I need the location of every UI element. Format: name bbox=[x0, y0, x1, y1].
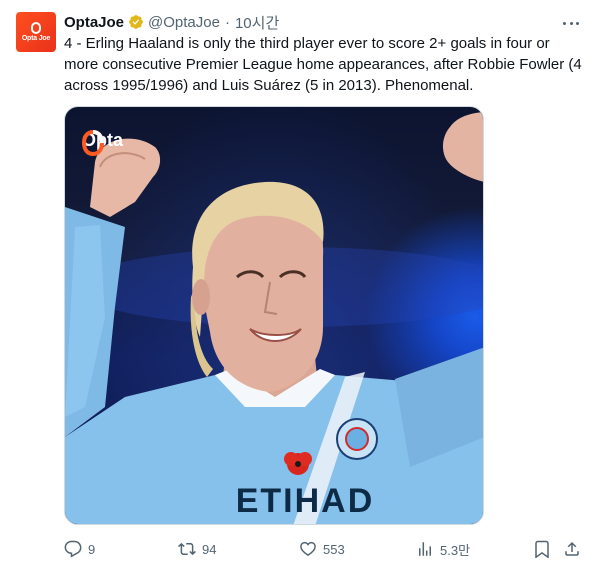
more-dot bbox=[576, 21, 579, 25]
reply-icon bbox=[64, 540, 82, 558]
view-count: 5.3만 bbox=[440, 542, 471, 558]
views-icon bbox=[419, 542, 431, 556]
tweet-text: 4 - Erling Haaland is only the third pla… bbox=[64, 35, 582, 94]
retweet-button[interactable]: 94 bbox=[178, 537, 216, 561]
tweet[interactable]: Opta Joe OptaJoe @OptaJoe · 10시간 4 - Erl… bbox=[0, 0, 598, 570]
author-handle[interactable]: @OptaJoe bbox=[148, 14, 220, 31]
share-button[interactable] bbox=[563, 537, 581, 561]
media-opta-logo: Opta bbox=[82, 130, 123, 156]
retweet-icon bbox=[178, 542, 196, 556]
more-dot bbox=[563, 21, 566, 25]
verified-badge-icon[interactable] bbox=[128, 14, 144, 30]
jersey-sponsor-text: ETIHAD bbox=[236, 482, 375, 520]
share-icon bbox=[565, 541, 579, 556]
bookmark-button[interactable] bbox=[533, 537, 551, 561]
more-icon[interactable] bbox=[561, 13, 581, 33]
views-button[interactable]: 5.3만 bbox=[416, 537, 470, 561]
like-button[interactable]: 553 bbox=[299, 537, 345, 561]
more-dot bbox=[569, 21, 573, 25]
retweet-count: 94 bbox=[202, 541, 217, 557]
like-icon bbox=[300, 541, 316, 556]
player-illustration: ETIHAD bbox=[65, 112, 483, 524]
reply-count: 9 bbox=[88, 541, 96, 557]
bookmark-icon bbox=[535, 540, 549, 558]
opta-logo-icon bbox=[82, 130, 104, 156]
tweet-actions: 9 94 553 5.3만 bbox=[64, 537, 584, 561]
avatar[interactable]: Opta Joe bbox=[16, 12, 56, 52]
separator: · bbox=[224, 13, 230, 31]
tweet-header: OptaJoe @OptaJoe · 10시간 bbox=[64, 12, 279, 32]
avatar-label: Opta Joe bbox=[21, 35, 51, 42]
like-count: 553 bbox=[323, 541, 345, 557]
timestamp[interactable]: 10시간 bbox=[235, 12, 279, 33]
tweet-photo[interactable]: ETIHAD Opta bbox=[64, 106, 484, 525]
reply-button[interactable]: 9 bbox=[64, 537, 95, 561]
opta-logo-icon bbox=[31, 22, 41, 34]
author-name[interactable]: OptaJoe bbox=[64, 14, 124, 31]
